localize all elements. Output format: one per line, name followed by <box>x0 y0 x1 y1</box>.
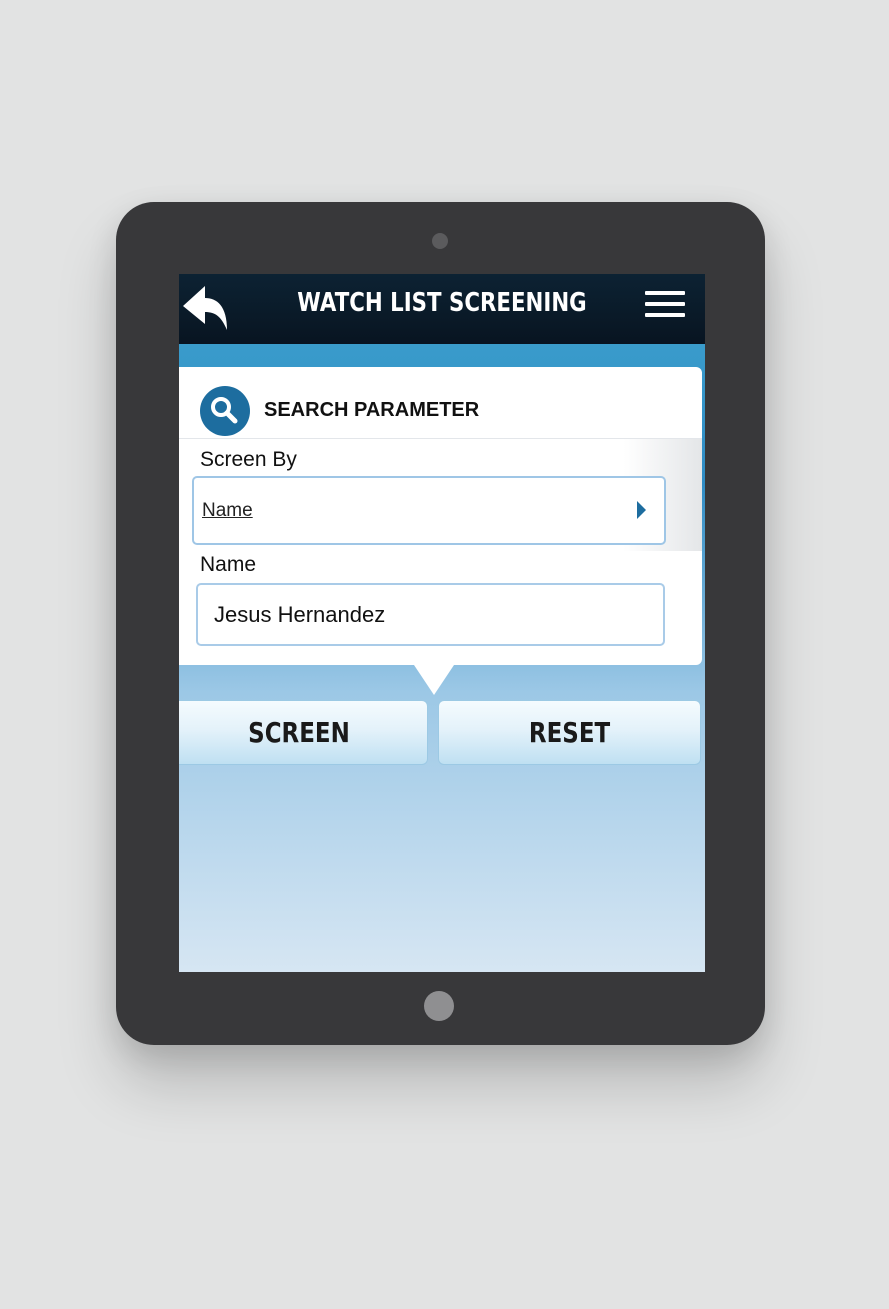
search-icon <box>200 386 250 436</box>
back-button[interactable] <box>179 278 235 336</box>
hamburger-menu-icon <box>645 291 685 295</box>
app-header: WATCH LIST SCREENING <box>179 274 705 344</box>
screen-button-label: SCREEN <box>247 716 350 749</box>
screen-by-value: Name <box>202 500 253 521</box>
panel-header: SEARCH PARAMETER <box>179 367 702 439</box>
search-parameter-panel: SEARCH PARAMETER Screen By Name Name <box>179 367 702 665</box>
back-arrow-icon <box>183 286 227 330</box>
reset-button-label: RESET <box>528 716 611 749</box>
panel-pointer <box>414 665 454 695</box>
menu-button[interactable] <box>645 291 685 323</box>
app-screen: WATCH LIST SCREENING SEARCH PARAMETER Sc… <box>179 274 705 972</box>
tablet-frame: WATCH LIST SCREENING SEARCH PARAMETER Sc… <box>116 202 765 1045</box>
chevron-right-icon <box>637 501 646 519</box>
screen-button[interactable]: SCREEN <box>179 700 428 765</box>
page: WATCH LIST SCREENING SEARCH PARAMETER Sc… <box>0 0 889 1309</box>
screen-by-section: Screen By Name <box>179 439 702 551</box>
name-field[interactable] <box>196 583 665 646</box>
name-label: Name <box>200 553 257 576</box>
page-title: WATCH LIST SCREENING <box>297 288 587 318</box>
home-button[interactable] <box>424 991 454 1021</box>
camera-dot <box>432 233 448 249</box>
screen-by-select[interactable]: Name <box>192 476 666 545</box>
reset-button[interactable]: RESET <box>438 700 701 765</box>
panel-title: SEARCH PARAMETER <box>264 399 480 421</box>
screen-by-label: Screen By <box>200 448 297 471</box>
